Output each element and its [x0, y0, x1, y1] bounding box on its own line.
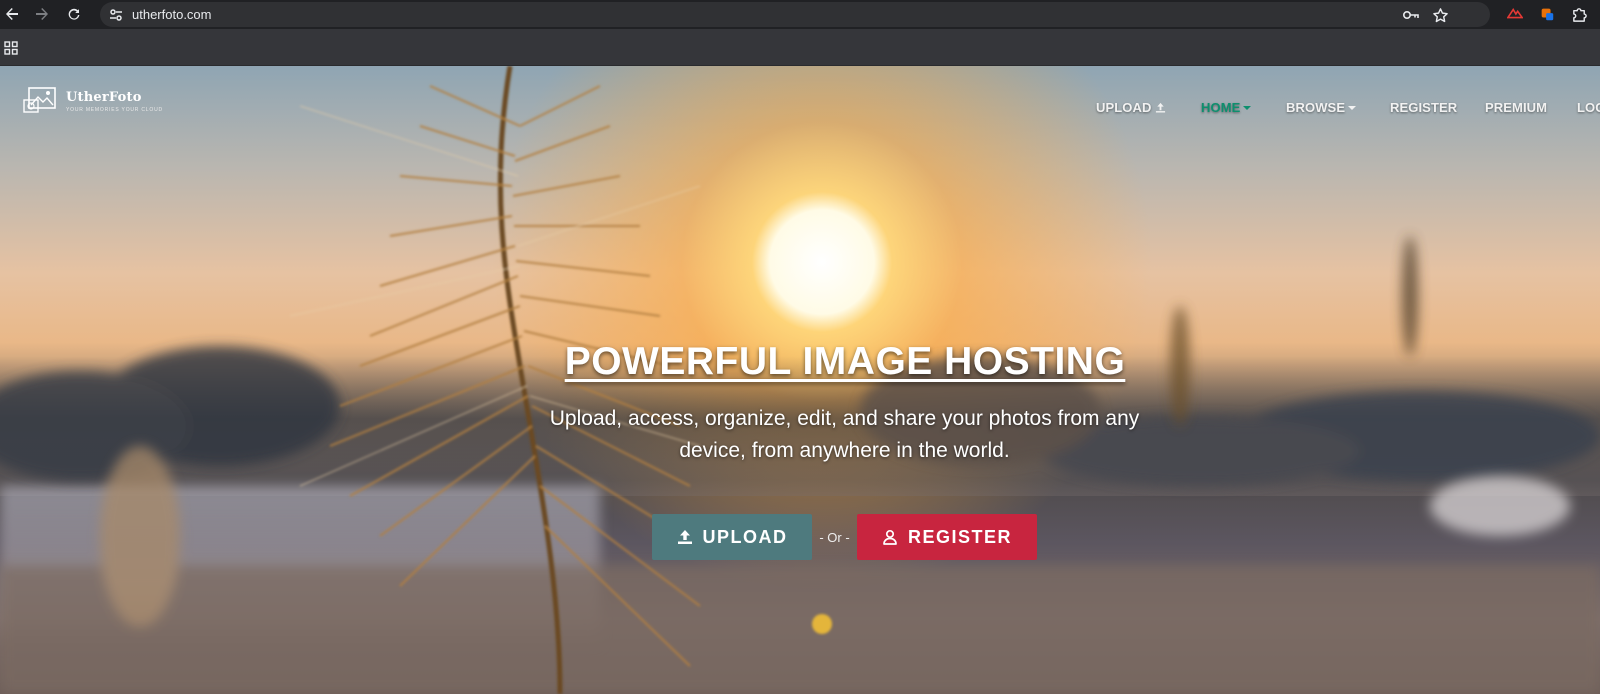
hero-subtitle: Upload, access, organize, edit, and shar… — [549, 407, 1140, 462]
upload-icon — [677, 530, 692, 544]
nav-browse-label: BROWSE — [1286, 100, 1346, 115]
or-separator: - Or - — [819, 529, 850, 545]
nav-upload[interactable]: UPLOAD — [1096, 100, 1166, 115]
reload-icon[interactable] — [63, 3, 85, 25]
apps-grid-icon[interactable] — [4, 41, 18, 55]
bookmarks-bar — [0, 29, 1600, 66]
address-bar[interactable]: utherfoto.com — [100, 2, 1490, 27]
upload-button[interactable]: UPLOAD — [652, 514, 812, 560]
extension-badge-icon[interactable] — [1538, 5, 1556, 23]
hero-section: UtherFoto YOUR MEMORIES YOUR CLOUD UPLOA… — [0, 66, 1600, 694]
logo-photo-icon — [23, 87, 56, 113]
nav-home-label: HOME — [1201, 100, 1241, 115]
upload-icon — [1155, 102, 1165, 113]
forward-icon[interactable] — [31, 3, 53, 25]
site-logo[interactable]: UtherFoto YOUR MEMORIES YOUR CLOUD — [22, 86, 163, 116]
register-button-label: REGISTER — [907, 526, 1012, 547]
url-text[interactable]: utherfoto.com — [132, 7, 212, 22]
password-key-icon[interactable] — [1402, 6, 1420, 24]
nav-login[interactable]: LOG — [1577, 100, 1600, 115]
extensions-puzzle-icon[interactable] — [1570, 5, 1588, 23]
main-navigation: UPLOAD HOME BROWSE REGISTER PREMIUM LOG — [1096, 100, 1600, 116]
hero-actions: UPLOAD - Or - REGISTER — [652, 514, 1037, 560]
extension-red-icon[interactable] — [1506, 5, 1524, 23]
browser-toolbar: utherfoto.com — [0, 0, 1600, 29]
nav-browse[interactable]: BROWSE — [1286, 100, 1357, 115]
chevron-down-icon — [1348, 105, 1357, 110]
nav-upload-label: UPLOAD — [1096, 100, 1152, 115]
chevron-down-icon — [1243, 105, 1252, 110]
nav-premium[interactable]: PREMIUM — [1485, 100, 1547, 115]
back-icon[interactable] — [1, 3, 23, 25]
nav-register[interactable]: REGISTER — [1390, 100, 1457, 115]
nav-home[interactable]: HOME — [1201, 100, 1252, 115]
user-icon — [883, 529, 897, 545]
hero-title: POWERFUL IMAGE HOSTING — [564, 340, 1126, 383]
upload-button-label: UPLOAD — [702, 526, 788, 547]
register-button[interactable]: REGISTER — [857, 514, 1037, 560]
logo-name: UtherFoto — [66, 89, 142, 105]
bookmark-star-icon[interactable] — [1431, 6, 1449, 24]
logo-tagline: YOUR MEMORIES YOUR CLOUD — [66, 106, 163, 113]
site-info-icon[interactable] — [108, 7, 124, 23]
